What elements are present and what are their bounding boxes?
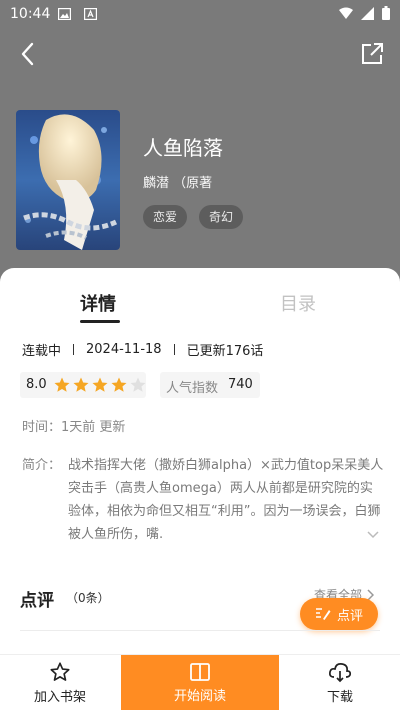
book-title: 人鱼陷落 (143, 136, 223, 160)
update-time: 时间：1天前 更新 (22, 420, 126, 435)
start-reading-button[interactable]: 开始阅读 (121, 655, 279, 710)
reviews-title: 点评 (20, 591, 54, 611)
section-divider (20, 630, 380, 631)
signal-icon (361, 6, 374, 20)
cover-illustration (16, 110, 120, 250)
divider (173, 344, 175, 355)
book-open-icon (190, 663, 210, 681)
tab-catalog[interactable]: 目录 (280, 290, 316, 316)
app-a-icon (84, 8, 97, 20)
tag-romance[interactable]: 恋爱 (143, 205, 188, 229)
add-to-shelf-label: 加入书架 (33, 690, 86, 705)
tab-indicator (80, 320, 120, 323)
download-button[interactable]: 下载 (280, 655, 400, 710)
book-author[interactable]: 麟潜 （原著 (143, 172, 212, 191)
cloud-download-icon (328, 663, 352, 683)
status-bar: 10:44 (0, 0, 400, 30)
rating-box: 8.0 (20, 372, 146, 398)
description-label: 简介： (22, 458, 62, 473)
book-meta: 连载中 2024-11-18 已更新176话 (22, 340, 263, 359)
tag-fantasy[interactable]: 奇幻 (199, 205, 244, 229)
reviews-count: （0条） (66, 591, 110, 605)
divider (73, 344, 75, 355)
star-filled-icon (111, 377, 127, 392)
chevron-down-icon[interactable] (366, 529, 380, 541)
edit-lines-icon (315, 608, 331, 620)
write-review-label: 点评 (336, 608, 363, 624)
popularity-value: 740 (228, 377, 253, 392)
back-icon[interactable] (14, 40, 42, 68)
tab-details[interactable]: 详情 (80, 290, 116, 316)
star-outline-icon (50, 662, 70, 681)
book-cover[interactable] (16, 110, 120, 250)
battery-icon (382, 6, 390, 20)
details-sheet: 详情 目录 连载中 2024-11-18 已更新176话 8.0 人气指数 74… (0, 268, 400, 654)
serial-status: 连载中 (22, 344, 62, 359)
download-label: 下载 (326, 690, 353, 705)
star-filled-icon (73, 377, 89, 392)
chapter-count: 已更新176话 (186, 344, 264, 359)
description-text[interactable]: 战术指挥大佬（撒娇白狮alpha）×武力值top呆呆美人突击手（高贵人鱼omeg… (68, 454, 384, 546)
bottom-action-bar: 加入书架 开始阅读 下载 (0, 654, 400, 710)
add-to-shelf-button[interactable]: 加入书架 (0, 655, 120, 710)
wifi-icon (339, 7, 353, 19)
star-filled-icon (54, 377, 70, 392)
start-reading-label: 开始阅读 (173, 689, 226, 704)
status-time: 10:44 (10, 6, 51, 22)
write-review-button[interactable]: 点评 (300, 598, 378, 630)
update-date: 2024-11-18 (86, 342, 162, 357)
share-icon[interactable] (358, 40, 386, 68)
star-empty-icon (130, 377, 146, 392)
rating-score: 8.0 (26, 377, 47, 392)
popularity-label: 人气指数 (166, 381, 219, 396)
gallery-icon (58, 8, 71, 20)
popularity-box: 人气指数 740 (160, 372, 260, 398)
rating-stars (53, 376, 147, 394)
star-filled-icon (92, 377, 108, 392)
